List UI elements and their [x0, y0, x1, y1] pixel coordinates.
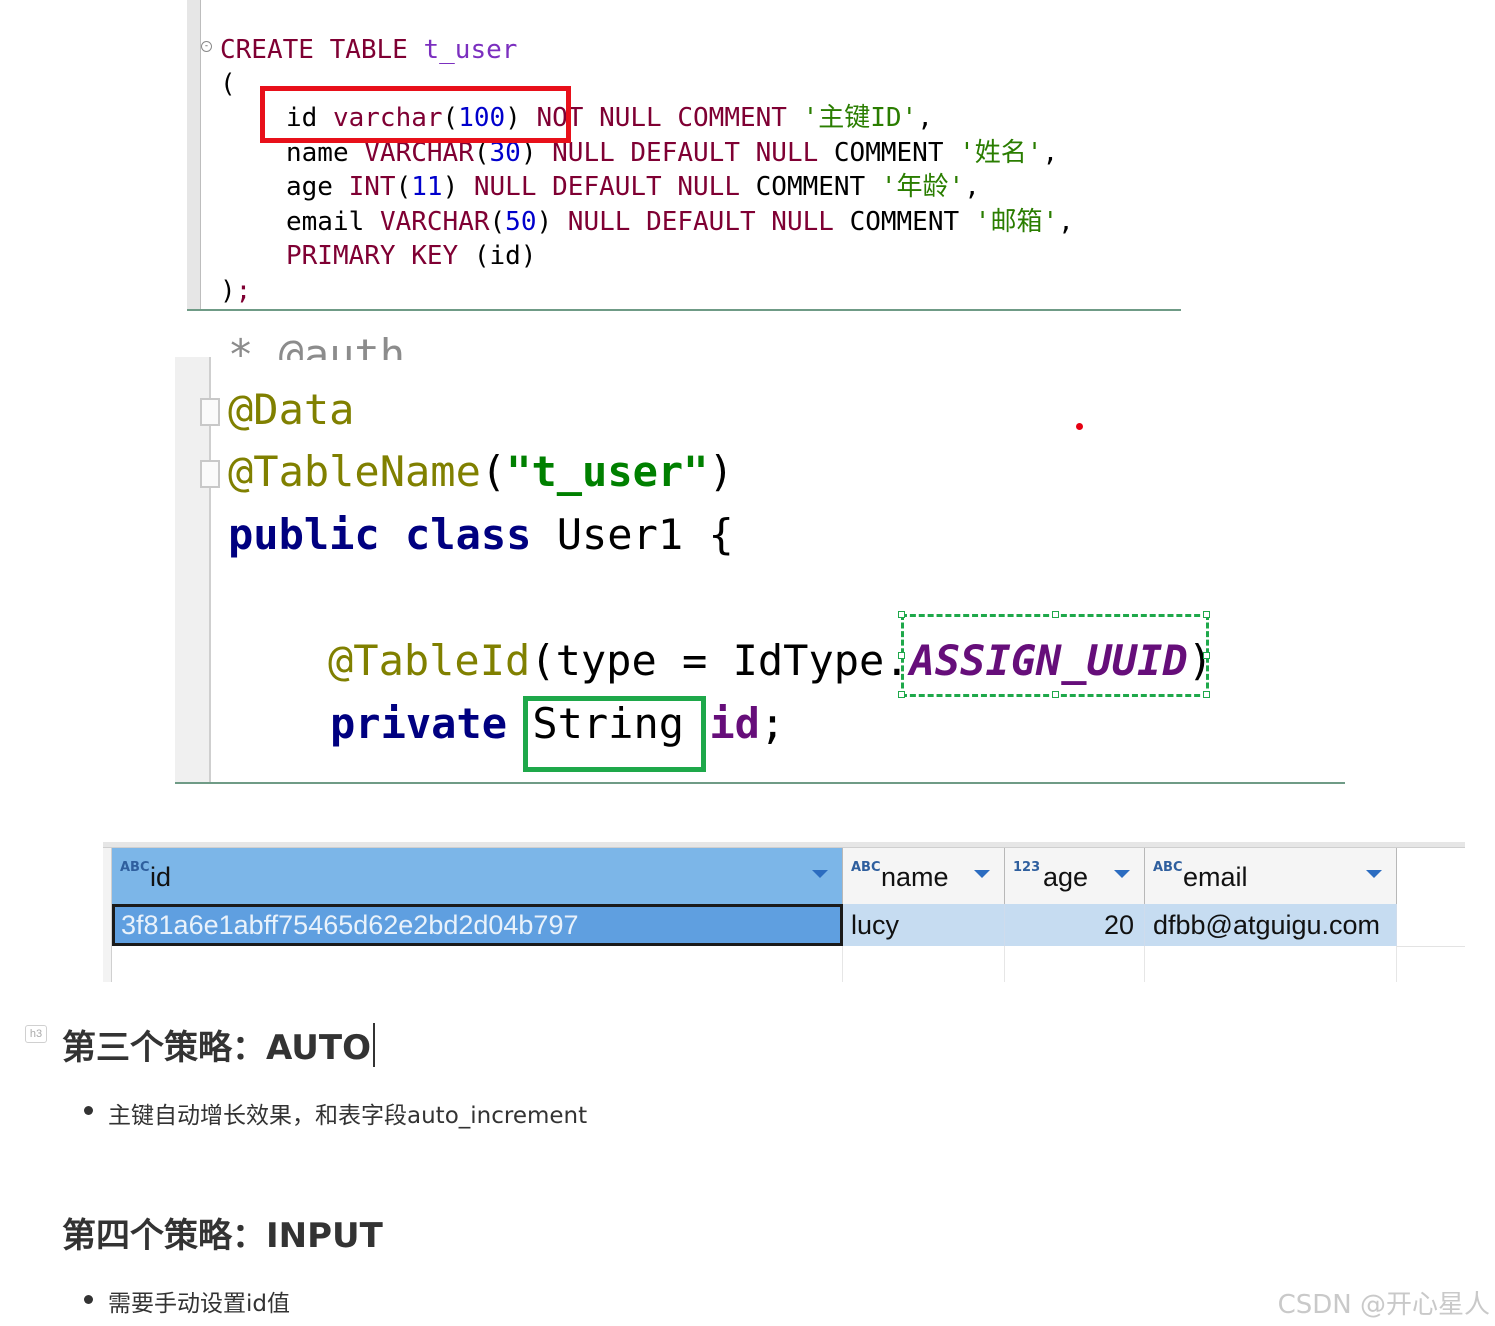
bullet-icon — [84, 1295, 93, 1304]
text-type-icon: ABC — [120, 860, 150, 875]
highlight-box-red — [260, 86, 571, 143]
resize-handle[interactable] — [1052, 611, 1059, 618]
bullet-icon — [84, 1106, 93, 1115]
sql-line-email: email VARCHAR(50) NULL DEFAULT NULL COMM… — [286, 207, 1074, 237]
minus-icon[interactable]: - — [201, 41, 212, 52]
sql-line-age: age INT(11) NULL DEFAULT NULL COMMENT '年… — [286, 172, 980, 202]
cell-id[interactable]: 3f81a6e1abff75465d62e2bd2d04b797 — [112, 904, 843, 946]
resize-handle[interactable] — [1052, 691, 1059, 698]
empty-cell[interactable] — [1005, 946, 1145, 982]
sql-editor-border — [187, 309, 1181, 311]
bullet-text-input: 需要手动设置id值 — [108, 1291, 290, 1317]
sql-line-close: ); — [220, 276, 252, 306]
empty-cell[interactable] — [1145, 946, 1397, 982]
resize-handle[interactable] — [1203, 611, 1210, 618]
selection-box-dashed — [901, 614, 1209, 697]
grid-row-header — [103, 848, 112, 982]
column-header-name[interactable]: ABC name — [843, 848, 1005, 904]
cell-age[interactable]: 20 — [1005, 904, 1145, 946]
sql-table-name: t_user — [423, 35, 518, 65]
resize-handle[interactable] — [1203, 691, 1210, 698]
resize-handle[interactable] — [1203, 652, 1210, 659]
resize-handle[interactable] — [898, 691, 905, 698]
sql-keyword: CREATE TABLE — [220, 35, 408, 65]
heading-level-tag: h3 — [25, 1025, 47, 1043]
watermark: CSDN @开心星人 — [1277, 1290, 1490, 1320]
heading-strategy-3[interactable]: 第三个策略：AUTO — [62, 1020, 375, 1069]
dropdown-arrow-icon[interactable] — [1366, 870, 1382, 878]
column-header-email[interactable]: ABC email — [1145, 848, 1397, 904]
resize-handle[interactable] — [898, 652, 905, 659]
cell-name[interactable]: lucy — [843, 904, 1005, 946]
bullet-text-auto: 主键自动增长效果，和表字段auto_increment — [108, 1103, 588, 1129]
sql-line-open: ( — [220, 69, 236, 99]
text-caret — [372, 1023, 375, 1067]
column-header-age[interactable]: 123 age — [1005, 848, 1145, 904]
cell-email[interactable]: dfbb@atguigu.com — [1145, 904, 1397, 946]
sql-editor-gutter — [187, 0, 201, 309]
number-type-icon: 123 — [1013, 860, 1041, 875]
java-line-data: @Data — [228, 385, 355, 434]
java-line-tablename: @TableName("t_user") — [228, 447, 734, 496]
sql-line-primary-key: PRIMARY KEY (id) — [286, 241, 537, 271]
fold-marker-icon[interactable] — [200, 398, 220, 426]
dropdown-arrow-icon[interactable] — [812, 870, 828, 878]
highlight-box-green — [523, 696, 706, 772]
fold-marker-icon[interactable] — [200, 460, 220, 488]
resize-handle[interactable] — [898, 611, 905, 618]
sql-line-create: CREATE TABLE t_user — [220, 35, 517, 65]
result-grid: ABC id ABC name 123 age ABC email 3f81a6… — [103, 842, 1465, 982]
column-header-id[interactable]: ABC id — [112, 848, 843, 904]
text-type-icon: ABC — [1153, 860, 1183, 875]
dropdown-arrow-icon[interactable] — [1114, 870, 1130, 878]
java-editor-border — [175, 782, 1345, 784]
java-line-class: public class User1 { — [228, 510, 734, 559]
heading-strategy-4: 第四个策略：INPUT — [62, 1216, 383, 1256]
empty-cell[interactable] — [843, 946, 1005, 982]
empty-cell[interactable] — [112, 946, 843, 982]
text-type-icon: ABC — [851, 860, 881, 875]
java-cut-line: * @auth — [228, 330, 406, 360]
dropdown-arrow-icon[interactable] — [974, 870, 990, 878]
cursor-dot — [1076, 423, 1083, 430]
